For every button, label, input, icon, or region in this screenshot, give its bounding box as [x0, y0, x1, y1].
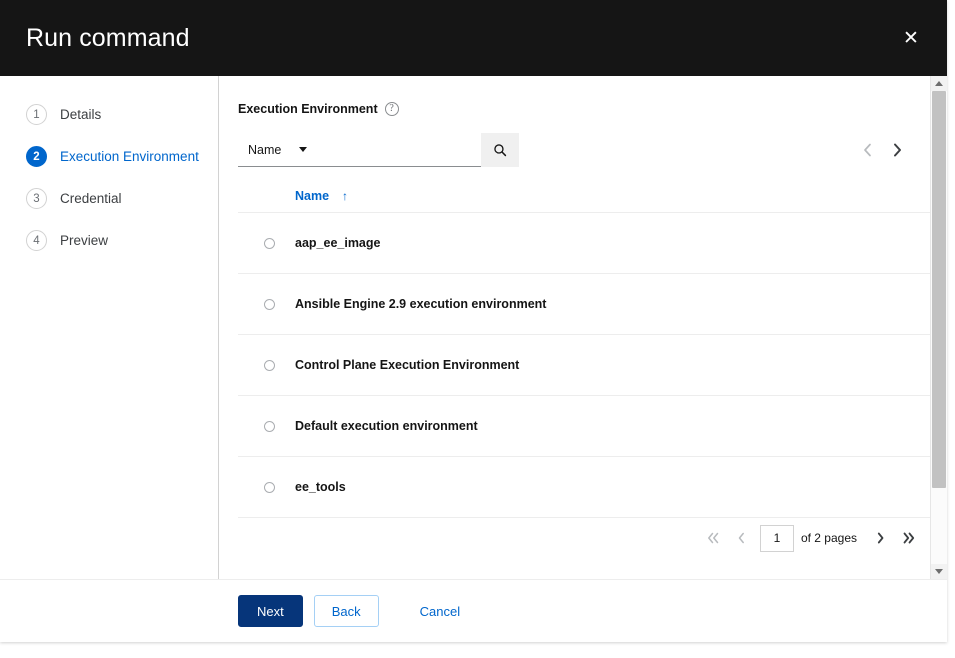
execution-environment-section: Execution Environment ? Name Name ↑ aap_…: [219, 76, 930, 558]
top-pagination: [852, 133, 930, 167]
next-button[interactable]: Next: [238, 595, 303, 627]
dialog-header: Run command ✕: [0, 0, 947, 76]
scroll-up-button[interactable]: [931, 76, 947, 91]
radio-button-icon[interactable]: [264, 420, 275, 432]
search-icon: [494, 144, 507, 157]
top-pagination-prev-button[interactable]: [852, 135, 882, 165]
scroll-down-button[interactable]: [931, 564, 947, 579]
run-command-wizard-dialog: Run command ✕ 1 Details 2 Execution Envi…: [0, 0, 947, 642]
radio-button-icon[interactable]: [264, 359, 275, 371]
step-badge-4: 4: [26, 230, 47, 251]
row-name-label: ee_tools: [295, 480, 346, 494]
step-badge-1: 1: [26, 104, 47, 125]
filter-attribute-dropdown[interactable]: Name: [238, 133, 316, 167]
page-title: Run command: [26, 23, 190, 52]
field-label: Execution Environment: [238, 102, 378, 116]
double-chevron-right-icon: [903, 532, 914, 544]
pagination-first-button[interactable]: [700, 524, 728, 552]
column-header-name[interactable]: Name: [295, 189, 329, 203]
sidebar-item-preview[interactable]: 4 Preview: [0, 224, 218, 257]
sidebar-item-execution-environment[interactable]: 2 Execution Environment: [0, 140, 218, 173]
scrollbar-thumb[interactable]: [932, 91, 946, 489]
search-button[interactable]: [481, 133, 519, 167]
help-circle-icon[interactable]: ?: [384, 102, 399, 116]
triangle-down-icon: [935, 569, 943, 574]
pagination-last-button[interactable]: [894, 524, 922, 552]
chevron-left-icon: [863, 143, 871, 157]
dialog-body: 1 Details 2 Execution Environment 3 Cred…: [0, 76, 947, 579]
step-badge-3: 3: [26, 188, 47, 209]
table-row[interactable]: Default execution environment: [238, 396, 930, 457]
table-row[interactable]: aap_ee_image: [238, 213, 930, 274]
row-name-label: Ansible Engine 2.9 execution environment: [295, 297, 547, 311]
pagination-total-pages-label: of 2 pages: [800, 531, 857, 545]
sort-ascending-icon[interactable]: ↑: [342, 189, 348, 203]
step-badge-2: 2: [26, 146, 47, 167]
table-row[interactable]: ee_tools: [238, 457, 930, 518]
triangle-up-icon: [935, 81, 943, 86]
table-header-row: Name ↑: [238, 189, 930, 213]
row-name-label: Control Plane Execution Environment: [295, 358, 520, 372]
execution-environment-table: Name ↑ aap_ee_image Ansible Engine 2.9 e…: [238, 189, 930, 518]
chevron-left-icon: [739, 532, 745, 544]
scrollbar-track[interactable]: [931, 91, 947, 564]
row-radio-cell[interactable]: [238, 481, 295, 493]
wizard-main-panel: Execution Environment ? Name Name ↑ aap_…: [219, 76, 947, 579]
pagination-prev-button[interactable]: [728, 524, 756, 552]
radio-button-icon[interactable]: [264, 298, 275, 310]
close-icon[interactable]: ✕: [893, 20, 929, 56]
search-input[interactable]: [316, 133, 481, 167]
back-button[interactable]: Back: [313, 595, 379, 627]
chevron-right-icon: [877, 532, 883, 544]
sidebar-item-details[interactable]: 1 Details: [0, 98, 218, 131]
row-radio-cell[interactable]: [238, 237, 295, 249]
pagination-next-button[interactable]: [866, 524, 894, 552]
filter-attribute-label: Name: [248, 142, 282, 157]
sidebar-item-label: Execution Environment: [60, 149, 199, 164]
dialog-footer: Next Back Cancel: [0, 579, 947, 642]
sidebar-item-label: Preview: [60, 233, 109, 248]
row-name-label: aap_ee_image: [295, 236, 381, 250]
bottom-pagination: of 2 pages: [238, 518, 930, 558]
wizard-step-nav: 1 Details 2 Execution Environment 3 Cred…: [0, 76, 219, 579]
table-row[interactable]: Control Plane Execution Environment: [238, 335, 930, 396]
sidebar-item-label: Details: [60, 107, 102, 122]
radio-button-icon[interactable]: [264, 237, 275, 249]
row-radio-cell[interactable]: [238, 359, 295, 371]
row-radio-cell[interactable]: [238, 298, 295, 310]
double-chevron-left-icon: [708, 532, 719, 544]
sidebar-item-credential[interactable]: 3 Credential: [0, 182, 218, 215]
radio-button-icon[interactable]: [264, 481, 275, 493]
chevron-down-icon: [299, 147, 307, 152]
sidebar-item-label: Credential: [60, 191, 122, 206]
field-label-row: Execution Environment ?: [238, 102, 930, 116]
vertical-scrollbar[interactable]: [930, 76, 947, 579]
row-radio-cell[interactable]: [238, 420, 295, 432]
pagination-page-input[interactable]: [759, 524, 794, 552]
table-row[interactable]: Ansible Engine 2.9 execution environment: [238, 274, 930, 335]
top-pagination-next-button[interactable]: [882, 135, 912, 165]
cancel-button[interactable]: Cancel: [412, 595, 468, 627]
chevron-right-icon: [893, 143, 901, 157]
table-toolbar: Name: [238, 133, 930, 167]
row-name-label: Default execution environment: [295, 419, 478, 433]
